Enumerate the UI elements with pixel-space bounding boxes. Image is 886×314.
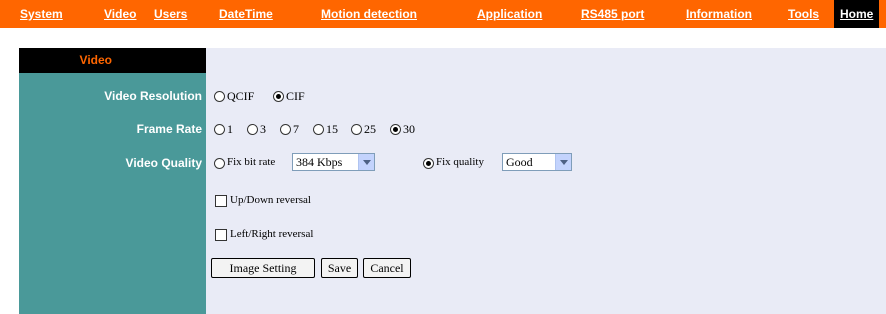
- label-column: [19, 48, 206, 314]
- radio-fps-25-label: 25: [364, 122, 376, 136]
- updown-reversal-label: Up/Down reversal: [230, 194, 311, 206]
- nav-tools[interactable]: Tools: [788, 0, 819, 28]
- nav-video[interactable]: Video: [104, 0, 136, 28]
- nav-users[interactable]: Users: [154, 0, 187, 28]
- radio-fps-15-label: 15: [326, 122, 338, 136]
- radio-fps-3-label: 3: [260, 122, 266, 136]
- radio-fps-30-label: 30: [403, 122, 415, 136]
- radio-fps-25[interactable]: [351, 124, 362, 135]
- radio-fps-3[interactable]: [247, 124, 258, 135]
- radio-cif-label: CIF: [286, 89, 305, 103]
- chevron-down-icon: [555, 154, 571, 170]
- fix-bitrate-label: Fix bit rate: [227, 156, 276, 168]
- section-title: Video: [79, 53, 112, 67]
- bitrate-select-value: 384 Kbps: [296, 155, 343, 169]
- radio-cif[interactable]: [273, 91, 284, 102]
- radio-fps-7[interactable]: [280, 124, 291, 135]
- radio-fps-1[interactable]: [214, 124, 225, 135]
- bitrate-select[interactable]: 384 Kbps: [292, 153, 375, 171]
- save-button[interactable]: Save: [321, 258, 358, 278]
- radio-qcif[interactable]: [214, 91, 225, 102]
- radio-fix-quality[interactable]: [423, 158, 434, 169]
- nav-home[interactable]: Home: [834, 0, 880, 28]
- radio-fps-15[interactable]: [313, 124, 324, 135]
- nav-application[interactable]: Application: [477, 0, 542, 28]
- quality-select-value: Good: [506, 155, 533, 169]
- frame-rate-label: Frame Rate: [136, 122, 202, 136]
- radio-fps-1-label: 1: [227, 122, 233, 136]
- nav-motion-detection[interactable]: Motion detection: [321, 0, 417, 28]
- radio-fix-bitrate[interactable]: [214, 158, 225, 169]
- quality-select[interactable]: Good: [502, 153, 572, 171]
- chevron-down-icon: [358, 154, 374, 170]
- fix-quality-label: Fix quality: [436, 156, 484, 168]
- leftright-reversal-label: Left/Right reversal: [230, 228, 314, 240]
- nav-system[interactable]: System: [20, 0, 63, 28]
- nav-datetime[interactable]: DateTime: [219, 0, 273, 28]
- cancel-button[interactable]: Cancel: [363, 258, 411, 278]
- image-setting-button[interactable]: Image Setting: [211, 258, 315, 278]
- radio-qcif-label: QCIF: [227, 89, 255, 103]
- video-resolution-label: Video Resolution: [104, 89, 202, 103]
- top-nav: System Video Users DateTime Motion detec…: [0, 0, 886, 28]
- radio-fps-7-label: 7: [293, 122, 299, 136]
- nav-information[interactable]: Information: [686, 0, 752, 28]
- video-quality-label: Video Quality: [125, 156, 202, 170]
- updown-reversal-checkbox[interactable]: [215, 195, 227, 207]
- nav-separator: [0, 28, 886, 32]
- nav-rs485-port[interactable]: RS485 port: [581, 0, 644, 28]
- radio-fps-30[interactable]: [390, 124, 401, 135]
- section-header: Video: [19, 48, 206, 73]
- leftright-reversal-checkbox[interactable]: [215, 229, 227, 241]
